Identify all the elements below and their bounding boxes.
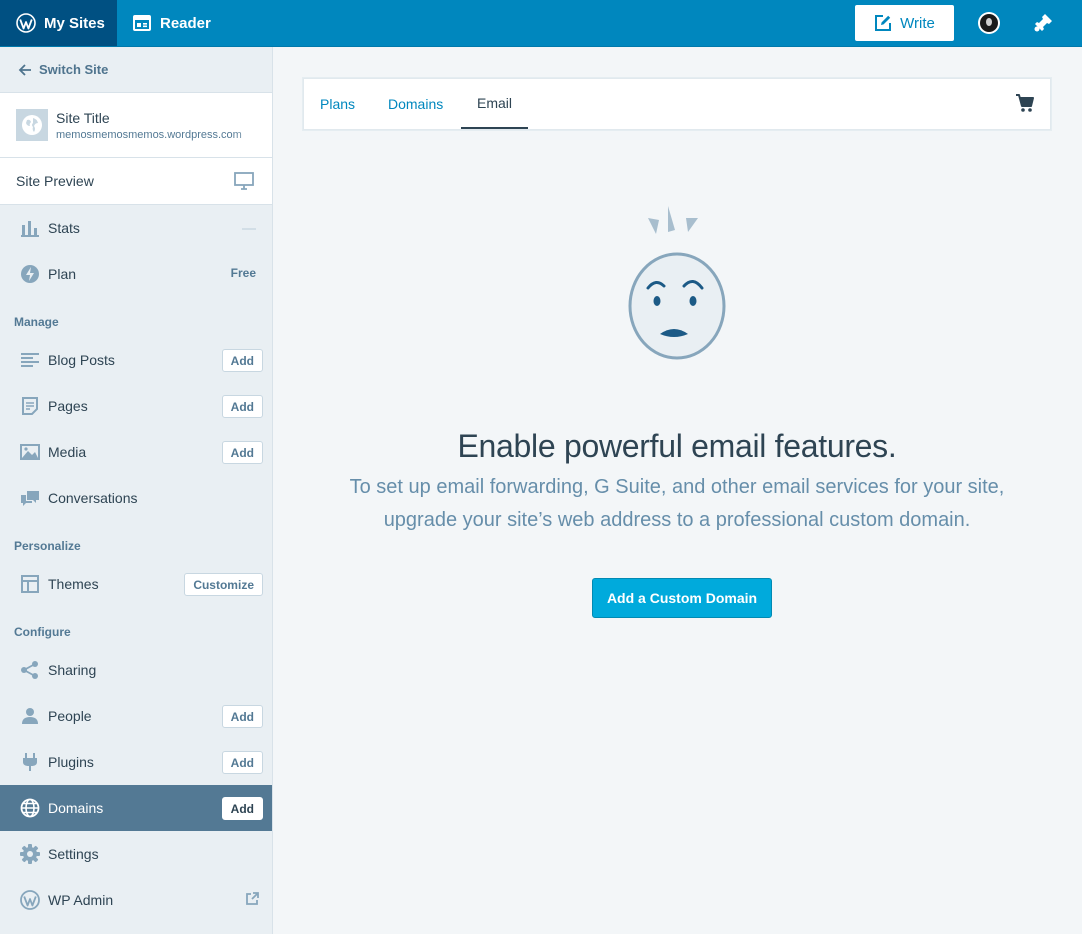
site-icon bbox=[16, 109, 48, 141]
sidebar-item-conversations[interactable]: Conversations bbox=[0, 475, 272, 521]
sidebar-item-label: Conversations bbox=[48, 490, 138, 506]
sidebar-item-blog-posts[interactable]: Blog Posts Add bbox=[0, 337, 272, 383]
write-button[interactable]: Write bbox=[855, 5, 954, 41]
empty-state-line-2: upgrade your site’s web address to a pro… bbox=[383, 509, 971, 531]
heading-manage: Manage bbox=[14, 315, 59, 329]
external-link-icon bbox=[246, 892, 259, 905]
gear-icon bbox=[20, 844, 40, 864]
sidebar-item-label: Pages bbox=[48, 398, 88, 414]
stats-sparkline bbox=[242, 228, 256, 230]
add-post-button[interactable]: Add bbox=[221, 349, 263, 372]
cart-icon bbox=[1016, 94, 1034, 112]
avatar-image bbox=[980, 14, 998, 32]
sidebar-item-label: Plan bbox=[48, 266, 77, 282]
posts-icon bbox=[20, 350, 40, 370]
site-url: memosmemosmemos.wordpress.com bbox=[56, 128, 242, 141]
cart-button[interactable] bbox=[1015, 93, 1035, 118]
add-page-button[interactable]: Add bbox=[221, 395, 263, 418]
site-info: Site Title memosmemosmemos.wordpress.com bbox=[56, 110, 242, 141]
sidebar-item-pages[interactable]: Pages Add bbox=[0, 383, 272, 429]
wordpress-icon bbox=[20, 890, 40, 910]
sidebar-item-people[interactable]: People Add bbox=[0, 693, 272, 739]
wordpress-logo-icon bbox=[16, 13, 36, 33]
tab-plans[interactable]: Plans bbox=[304, 79, 371, 129]
masterbar: My Sites Reader Write bbox=[0, 0, 1082, 47]
sidebar-item-label: Plugins bbox=[48, 754, 94, 770]
sidebar-item-domains[interactable]: Domains Add bbox=[0, 785, 272, 831]
site-preview-button[interactable]: Site Preview bbox=[0, 158, 272, 205]
sidebar-item-settings[interactable]: Settings bbox=[0, 831, 272, 877]
switch-site-label: Switch Site bbox=[39, 62, 109, 77]
reader-icon bbox=[133, 15, 151, 31]
empty-state-title: Enable powerful email features. bbox=[457, 428, 897, 464]
sidebar-item-plan[interactable]: Plan Free bbox=[0, 251, 272, 297]
customize-button[interactable]: Customize bbox=[184, 573, 263, 596]
notifications-button[interactable] bbox=[1032, 12, 1054, 39]
stats-icon bbox=[20, 218, 40, 238]
sidebar-item-plugins[interactable]: Plugins Add bbox=[0, 739, 272, 785]
arrow-left-icon bbox=[18, 63, 31, 76]
confused-face-illustration bbox=[628, 206, 726, 360]
media-icon bbox=[20, 442, 40, 462]
sidebar: Switch Site Site Title memosmemosmemos.w… bbox=[0, 47, 273, 934]
site-title: Site Title bbox=[56, 109, 110, 126]
sidebar-item-label: Themes bbox=[48, 576, 99, 592]
plugins-icon bbox=[20, 752, 40, 772]
add-media-button[interactable]: Add bbox=[221, 441, 263, 464]
tab-email[interactable]: Email bbox=[461, 79, 529, 129]
my-sites-button[interactable]: My Sites bbox=[0, 0, 117, 46]
add-plugin-button[interactable]: Add bbox=[221, 751, 263, 774]
add-people-button[interactable]: Add bbox=[221, 705, 263, 728]
write-label: Write bbox=[900, 14, 935, 32]
add-domain-button[interactable]: Add bbox=[221, 797, 263, 820]
sidebar-item-label: Media bbox=[48, 444, 87, 460]
plan-badge: Free bbox=[230, 266, 256, 280]
sidebar-item-label: Stats bbox=[48, 220, 80, 236]
reader-button[interactable]: Reader bbox=[133, 0, 211, 46]
section-nav: Plans Domains Email bbox=[303, 78, 1051, 130]
tab-domains[interactable]: Domains bbox=[372, 79, 459, 129]
url-fade bbox=[232, 93, 272, 157]
people-icon bbox=[20, 706, 40, 726]
sidebar-item-label: Settings bbox=[48, 846, 99, 862]
monitor-icon bbox=[234, 172, 254, 190]
share-icon bbox=[20, 660, 40, 680]
conversations-icon bbox=[20, 488, 40, 508]
switch-site-button[interactable]: Switch Site bbox=[0, 47, 272, 92]
reader-label: Reader bbox=[160, 14, 211, 32]
sidebar-item-themes[interactable]: Themes Customize bbox=[0, 561, 272, 607]
heading-configure: Configure bbox=[14, 625, 71, 639]
themes-icon bbox=[20, 574, 40, 594]
current-site-card[interactable]: Site Title memosmemosmemos.wordpress.com bbox=[0, 92, 272, 158]
domains-globe-icon bbox=[20, 798, 40, 818]
sidebar-item-label: Sharing bbox=[48, 662, 97, 678]
add-custom-domain-button[interactable]: Add a Custom Domain bbox=[592, 578, 772, 618]
sidebar-item-label: People bbox=[48, 708, 92, 724]
sidebar-item-label: Blog Posts bbox=[48, 352, 115, 368]
notifications-icon bbox=[1034, 14, 1052, 32]
sidebar-item-label: Domains bbox=[48, 800, 104, 816]
sidebar-item-stats[interactable]: Stats bbox=[0, 205, 272, 251]
globe-icon bbox=[22, 115, 42, 135]
heading-personalize: Personalize bbox=[14, 539, 81, 553]
sidebar-item-label: WP Admin bbox=[48, 892, 114, 908]
plan-icon bbox=[20, 264, 40, 284]
sidebar-item-media[interactable]: Media Add bbox=[0, 429, 272, 475]
empty-state-line-1: To set up email forwarding, G Suite, and… bbox=[349, 476, 1005, 498]
sidebar-item-sharing[interactable]: Sharing bbox=[0, 647, 272, 693]
sidebar-item-wp-admin[interactable]: WP Admin bbox=[0, 877, 272, 923]
pages-icon bbox=[20, 396, 40, 416]
write-icon bbox=[875, 15, 892, 31]
avatar[interactable] bbox=[978, 12, 1000, 34]
my-sites-label: My Sites bbox=[44, 14, 105, 32]
site-preview-label: Site Preview bbox=[16, 173, 94, 189]
